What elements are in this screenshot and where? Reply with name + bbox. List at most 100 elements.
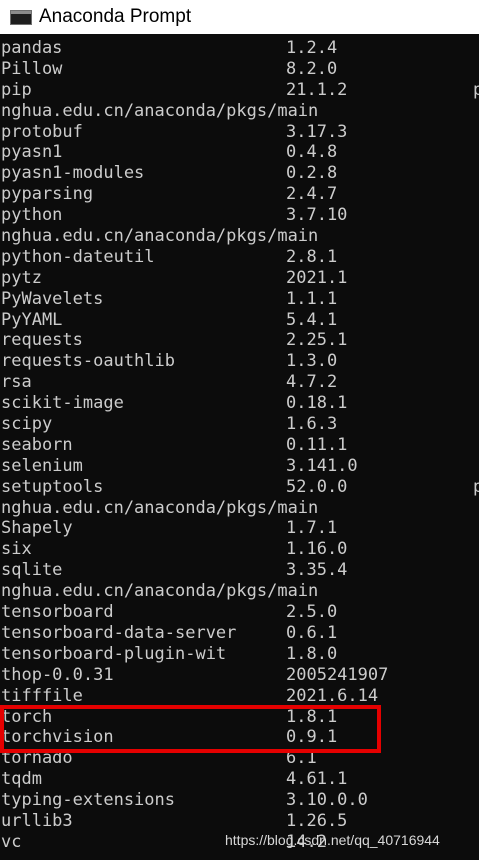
console-line: torch 1.8.1 [0, 707, 479, 728]
package-name: torchvision [1, 727, 114, 748]
package-name: nghua.edu.cn/anaconda/pkgs/main [1, 226, 319, 247]
console-line: Shapely 1.7.1 [0, 518, 479, 539]
package-version: 0.9.1 [286, 727, 338, 748]
package-name: python [1, 205, 63, 226]
package-name: requests [1, 330, 83, 351]
package-name: pyasn1-modules [1, 163, 145, 184]
console-line: six 1.16.0 [0, 539, 479, 560]
package-version: 2021.1 [286, 267, 348, 288]
package-name: tensorboard [1, 602, 114, 623]
package-name: seaborn [1, 434, 73, 455]
console-line: requests 2.25.1 [0, 330, 479, 351]
console-line: python-dateutil 2.8.1 [0, 247, 479, 268]
package-version: 3.7.10 [286, 205, 348, 226]
package-version: 1.2.4 [286, 38, 338, 58]
package-name: pytz [1, 267, 42, 288]
package-name: tornado [1, 748, 73, 769]
console-line: pandas 1.2.4 [0, 38, 479, 59]
package-channel-fragment: p [473, 476, 479, 497]
package-version: 3.17.3 [286, 121, 348, 142]
package-name: pyparsing [1, 184, 94, 205]
title-bar[interactable]: Anaconda Prompt [0, 0, 479, 34]
package-name: tqdm [1, 769, 42, 790]
package-name: pyasn1 [1, 142, 63, 163]
console-line: nghua.edu.cn/anaconda/pkgs/main [0, 101, 479, 122]
package-name: nghua.edu.cn/anaconda/pkgs/main [1, 581, 319, 602]
package-name: thop-0.0.31 [1, 664, 114, 685]
console-line: scikit-image 0.18.1 [0, 393, 479, 414]
package-name: tensorboard-data-server [1, 622, 237, 643]
console-window-icon [10, 9, 32, 25]
console-output[interactable]: pandas 1.2.4 Pillow 8.2.0 pip 21.1.2 p nghua.ed… [0, 38, 479, 860]
package-name: python-dateutil [1, 246, 155, 267]
package-name: setuptools [1, 476, 104, 497]
console-line: tensorboard-plugin-wit 1.8.0 [0, 644, 479, 665]
package-name: scikit-image [1, 393, 124, 414]
console-line: python 3.7.10 [0, 205, 479, 226]
console-line: nghua.edu.cn/anaconda/pkgs/main [0, 581, 479, 602]
console-line: scipy 1.6.3 [0, 414, 479, 435]
console-line: pytz 2021.1 [0, 268, 479, 289]
console-line: PyYAML 5.4.1 [0, 310, 479, 331]
package-name: scipy [1, 414, 53, 435]
package-version: 1.6.3 [286, 414, 338, 435]
package-name: PyWavelets [1, 288, 104, 309]
package-name: nghua.edu.cn/anaconda/pkgs/main [1, 497, 319, 518]
package-version: 4.7.2 [286, 372, 338, 393]
package-version: 1.3.0 [286, 351, 338, 372]
console-line: tifffile 2021.6.14 [0, 686, 479, 707]
package-name: Pillow [1, 58, 63, 79]
package-version: 21.1.2 [286, 79, 348, 100]
package-name: sqlite [1, 560, 63, 581]
console-line: selenium 3.141.0 [0, 456, 479, 477]
package-name: protobuf [1, 121, 83, 142]
console-line: torchvision 0.9.1 [0, 727, 479, 748]
package-version: 1.7.1 [286, 518, 338, 539]
package-name: Shapely [1, 518, 73, 539]
package-version: 5.4.1 [286, 309, 338, 330]
console-line: pyasn1 0.4.8 [0, 142, 479, 163]
package-name: requests-oauthlib [1, 351, 175, 372]
package-name: six [1, 539, 32, 560]
package-name: pip [1, 79, 32, 100]
console-line: pyparsing 2.4.7 [0, 184, 479, 205]
console-line: Pillow 8.2.0 [0, 59, 479, 80]
package-version: 0.11.1 [286, 434, 348, 455]
package-version: 0.4.8 [286, 142, 338, 163]
package-version: 52.0.0 [286, 476, 348, 497]
package-version: 2.5.0 [286, 602, 338, 623]
package-name: PyYAML [1, 309, 63, 330]
package-name: rsa [1, 372, 32, 393]
console-line: tqdm 4.61.1 [0, 769, 479, 790]
package-version: 6.1 [286, 748, 317, 769]
package-name: torch [1, 706, 53, 727]
package-channel-fragment: p [473, 79, 479, 100]
console-line: urllib3 1.26.5 [0, 811, 479, 832]
console-line: tensorboard-data-server 0.6.1 [0, 623, 479, 644]
console-line: pyasn1-modules 0.2.8 [0, 163, 479, 184]
package-version: 2.8.1 [286, 246, 338, 267]
console-line: requests-oauthlib 1.3.0 [0, 351, 479, 372]
package-version: 1.16.0 [286, 539, 348, 560]
console-line: protobuf 3.17.3 [0, 122, 479, 143]
console-line: thop-0.0.31 2005241907 [0, 665, 479, 686]
package-version: 1.8.1 [286, 706, 338, 727]
package-name: tifffile [1, 685, 83, 706]
package-version: 3.141.0 [286, 455, 358, 476]
console-line: nghua.edu.cn/anaconda/pkgs/main [0, 498, 479, 519]
window-title: Anaconda Prompt [39, 6, 192, 27]
console-line: typing-extensions 3.10.0.0 [0, 790, 479, 811]
package-name: pandas [1, 38, 63, 58]
console-line: tornado 6.1 [0, 748, 479, 769]
package-name: tensorboard-plugin-wit [1, 643, 227, 664]
package-name: selenium [1, 455, 83, 476]
console-line: seaborn 0.11.1 [0, 435, 479, 456]
package-version: 1.8.0 [286, 643, 338, 664]
package-version: 0.18.1 [286, 393, 348, 414]
package-name: urllib3 [1, 810, 73, 831]
package-version: 4.61.1 [286, 769, 348, 790]
console-line: setuptools 52.0.0 p [0, 477, 479, 498]
package-version: 0.6.1 [286, 622, 338, 643]
package-name: typing-extensions [1, 790, 175, 811]
anaconda-prompt-window: Anaconda Prompt pandas 1.2.4 Pillow 8.2.0 pi… [0, 0, 479, 860]
